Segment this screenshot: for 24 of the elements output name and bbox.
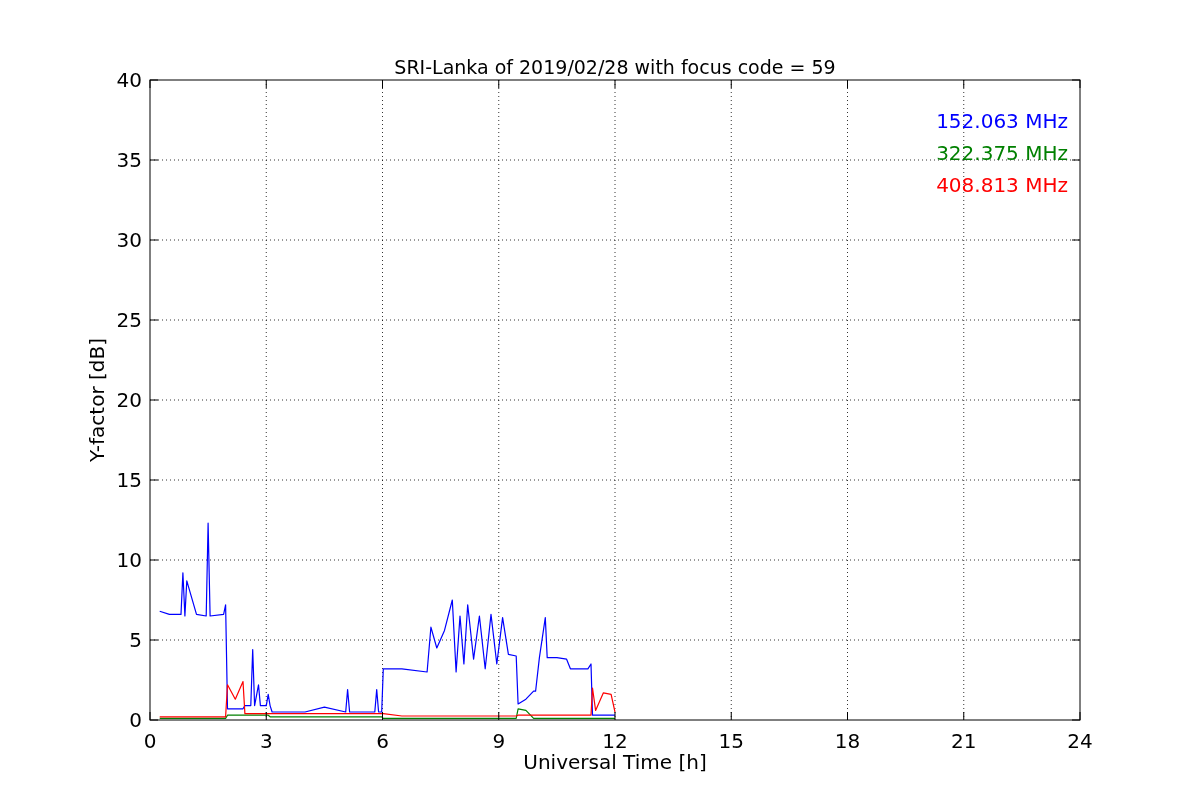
x-axis-label: Universal Time [h] [523,750,707,774]
tick-label: 30 [116,228,142,252]
tick-label: 10 [116,548,142,572]
tick-label: 3 [259,729,273,753]
legend-label: 408.813 MHz [936,173,1068,197]
tick-label: 18 [834,729,861,753]
tick-label: 20 [116,388,142,412]
tick-label: 12 [602,729,628,753]
tick-label: 25 [116,308,142,332]
tick-label: 35 [116,148,142,172]
tick-label: 15 [116,468,142,492]
tick-label: 6 [376,729,389,753]
tick-label: 5 [129,628,142,652]
legend-label: 322.375 MHz [936,141,1068,165]
tick-label: 0 [129,708,142,732]
tick-label: 40 [116,68,142,92]
tick-label: 15 [718,729,744,753]
chart-title: SRI-Lanka of 2019/02/28 with focus code = 59 [394,56,836,78]
y-axis-label: Y-factor [dB] [85,338,109,462]
tick-label: 24 [1067,729,1093,753]
tick-label: 9 [492,729,506,753]
tick-label: 0 [143,729,157,753]
tick-label: 21 [951,729,977,753]
legend-label: 152.063 MHz [936,109,1068,133]
